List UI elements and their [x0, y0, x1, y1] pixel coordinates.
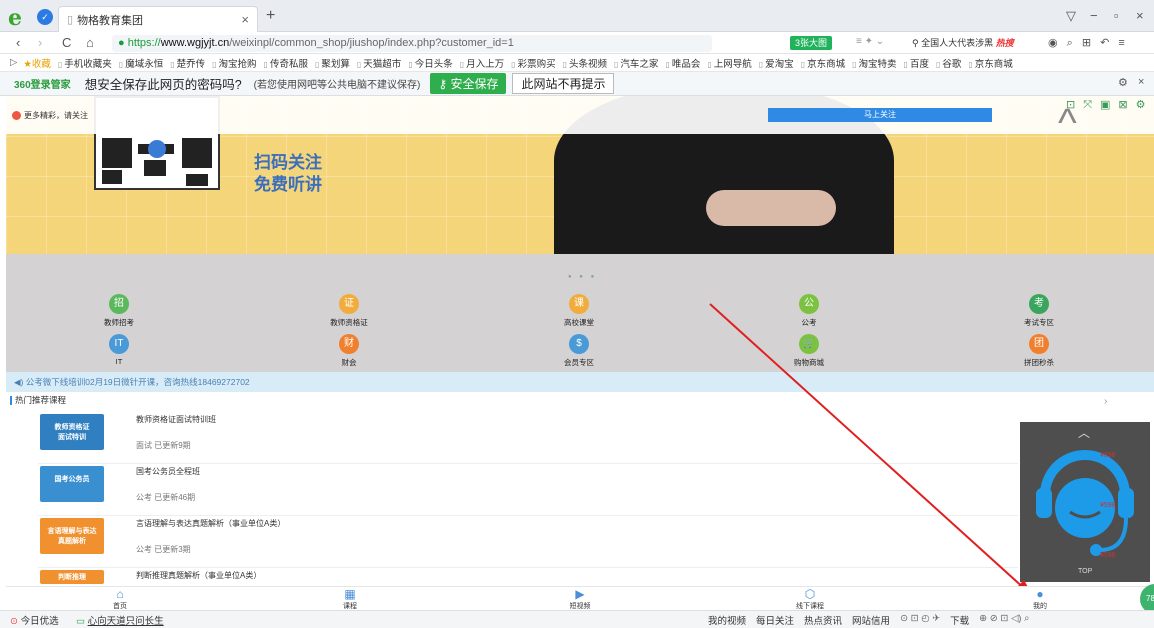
bookmark-item[interactable]: 天猫超市 — [357, 56, 401, 70]
bookmark-item[interactable]: 头条视频 — [563, 56, 607, 70]
search-icon: ⚲ — [912, 38, 922, 48]
password-save-bar: 360登录管家 想安全保存此网页的密码吗? (若您使用网吧等公共电脑不建议保存)… — [0, 72, 1154, 96]
nav-mine[interactable]: ● 我的 — [1010, 587, 1070, 611]
search-text: 全国人大代表涉黑 — [921, 38, 994, 48]
back-button[interactable]: ‹ — [16, 35, 20, 50]
bookmark-item[interactable]: 手机收藏夹 — [58, 56, 112, 70]
status-news-text: 心向天道只问长生 — [87, 616, 164, 627]
bookmark-item[interactable]: 月入上万 — [460, 56, 504, 70]
hot-search-badge: 热搜 — [995, 38, 1014, 48]
today-picks[interactable]: ⊙ 今日优选 — [10, 613, 59, 627]
url-path: /weixinpl/common_shop/jiushop/index.php?… — [229, 37, 514, 49]
browser-logo-icon[interactable]: e — [8, 5, 22, 31]
nav-courses[interactable]: ▦ 课程 — [320, 587, 380, 611]
bookmark-item[interactable]: 今日头条 — [408, 56, 453, 70]
bookmark-item[interactable]: 爱淘宝 — [759, 56, 794, 70]
bookmark-item[interactable]: 京东商城 — [801, 56, 845, 70]
nav-label: 课程 — [343, 603, 357, 610]
bookmark-item[interactable]: 楚乔传 — [170, 56, 206, 70]
window-close-button[interactable]: × — [1136, 8, 1144, 23]
address-bar[interactable]: ● https://www.wgjyjt.cn/weixinpl/common_… — [112, 35, 712, 52]
360-brand-label: 360登录管家 — [14, 80, 71, 91]
url-scheme: https:// — [127, 37, 161, 49]
offline-icon: ⬡ — [804, 587, 816, 601]
video-icon: ▶ — [575, 587, 585, 601]
user-icon: ● — [1036, 587, 1044, 601]
red-arrow-annotation — [709, 303, 1034, 598]
status-tray-icons[interactable]: ⊕ ⊘ ⊡ ◁) ⌕ — [979, 613, 1029, 627]
search-box[interactable]: ⚲ 全国人大代表涉黑 热搜 — [912, 36, 1014, 49]
bookmark-item[interactable]: 淘宝特卖 — [852, 56, 897, 70]
status-right-links: 我的视频 每日关注 热点资讯 网站信用 ⊙ ⊡ ◴ ✈ 下载 ⊕ ⊘ ⊡ ◁) … — [708, 613, 1029, 627]
bookmark-item[interactable]: 汽车之家 — [614, 56, 658, 70]
status-tool-icons[interactable]: ⊙ ⊡ ◴ ✈ — [900, 613, 940, 627]
browser-tab-bar: e ✓ ▯ 物格教育集团 × + ▽ − ▫ × — [0, 0, 1154, 32]
bookmark-item[interactable]: 唯品会 — [665, 56, 701, 70]
browser-tab[interactable]: ▯ 物格教育集团 × — [58, 6, 258, 32]
grid-icon: ▦ — [344, 587, 356, 601]
bookmark-item[interactable]: 谷歌 — [936, 56, 961, 70]
bookmark-item[interactable]: 彩票购买 — [511, 56, 556, 70]
status-link-daily[interactable]: 每日关注 — [756, 613, 794, 627]
bookmark-item[interactable]: 聚划算 — [315, 56, 350, 70]
save-password-button[interactable]: ⚷ 安全保存 — [430, 73, 507, 94]
today-picks-label: 今日优选 — [20, 616, 59, 627]
bottom-navigation: ⌂ 首页 ▦ 课程 ▶ 短视频 ⬡ 线下课程 ● 我的 — [6, 586, 1154, 610]
bookmark-item[interactable]: 魔域永恒 — [119, 56, 163, 70]
bookmark-toggle-icon[interactable]: ▷ — [10, 57, 17, 68]
bookmark-item[interactable]: 传奇私服 — [264, 56, 308, 70]
speed-icon[interactable]: ✓ — [37, 9, 53, 25]
status-link-video[interactable]: 我的视频 — [708, 613, 746, 627]
bookmarks-bar: ▷ ★收藏 手机收藏夹 魔域永恒 楚乔传 淘宝抢购 传奇私服 聚划算 天猫超市 … — [0, 54, 1154, 72]
password-hint: (若您使用网吧等公共电脑不建议保存) — [253, 80, 421, 91]
forward-button[interactable]: › — [38, 35, 42, 50]
nav-offline-courses[interactable]: ⬡ 线下课程 — [780, 587, 840, 611]
nav-label: 短视频 — [569, 603, 591, 610]
never-prompt-button[interactable]: 此网站不再提示 — [512, 73, 615, 94]
bookmark-item[interactable]: 上网导航 — [707, 56, 752, 70]
bookmark-item[interactable]: 百度 — [904, 56, 929, 70]
save-password-label: 安全保存 — [450, 77, 499, 91]
new-tab-button[interactable]: + — [266, 7, 275, 25]
bar-close-icon[interactable]: × — [1138, 76, 1144, 88]
nav-short-video[interactable]: ▶ 短视频 — [550, 587, 610, 611]
status-news-item[interactable]: ▭ 心向天道只问长生 — [76, 613, 164, 627]
star-icon: ★收藏 — [23, 58, 51, 70]
settings-icon[interactable]: ⚙ — [1118, 76, 1128, 89]
status-link-news[interactable]: 热点资讯 — [804, 613, 842, 627]
download-button[interactable]: 下载 — [950, 613, 969, 627]
key-icon: ⚷ — [438, 77, 451, 91]
menu-icon[interactable]: ▽ — [1066, 8, 1076, 24]
toolbar-icons[interactable]: ◉ ⌕ ⊞ ↶ ≡ — [1048, 36, 1128, 50]
image-badge[interactable]: 3张大图 — [790, 36, 833, 50]
home-icon: ⌂ — [116, 587, 124, 601]
nav-label: 首页 — [113, 603, 127, 610]
news-badge-icon: ▭ — [76, 616, 85, 627]
page-icon: ▯ — [67, 14, 74, 26]
tab-title: 物格教育集团 — [77, 14, 144, 27]
bookmark-label[interactable]: 收藏 — [32, 59, 51, 70]
nav-label: 线下课程 — [796, 603, 824, 610]
navigation-bar: ‹ › C ⌂ ● https://www.wgjyjt.cn/weixinpl… — [0, 32, 1154, 54]
minimize-button[interactable]: − — [1090, 8, 1098, 23]
nav-home[interactable]: ⌂ 首页 — [90, 587, 150, 611]
web-page: 扫码关注 免费听讲 更多精彩，请关注 马上关注 ⊡⤧▣⊠⚙ ^ ● ● ● 招教… — [0, 96, 1154, 610]
bookmark-item[interactable]: 淘宝抢购 — [212, 56, 257, 70]
url-domain: www.wgjyjt.cn — [160, 37, 230, 49]
reload-button[interactable]: C — [62, 35, 71, 50]
tab-close-icon[interactable]: × — [241, 12, 249, 27]
nav-label: 我的 — [1033, 603, 1047, 610]
reader-icon[interactable]: ≡ ✦ ⌄ — [856, 36, 884, 47]
maximize-button[interactable]: ▫ — [1114, 8, 1119, 23]
browser-status-bar: ⊙ 今日优选 ▭ 心向天道只问长生 我的视频 每日关注 热点资讯 网站信用 ⊙ … — [0, 610, 1154, 628]
password-question: 想安全保存此网页的密码吗? — [84, 78, 242, 92]
circle-icon: ⊙ — [10, 616, 18, 627]
bookmark-item[interactable]: 京东商城 — [968, 56, 1013, 70]
home-button[interactable]: ⌂ — [86, 35, 94, 50]
lock-icon: ● — [118, 37, 128, 49]
status-link-credit[interactable]: 网站信用 — [852, 613, 890, 627]
